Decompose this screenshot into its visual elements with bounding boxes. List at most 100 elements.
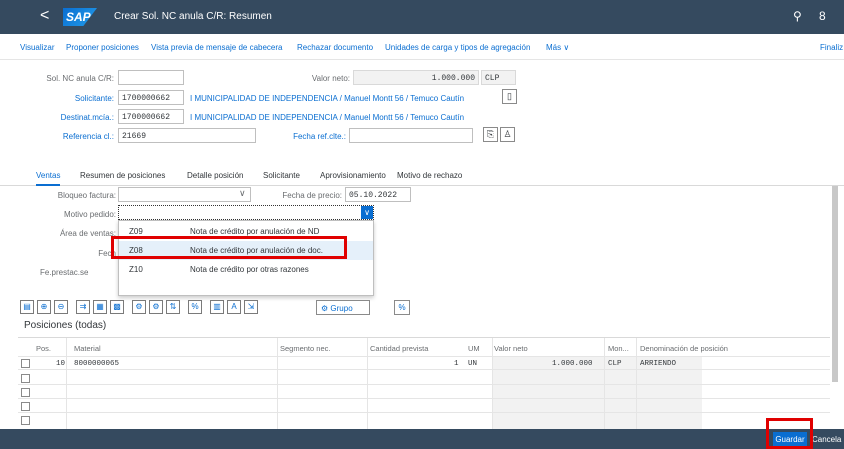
bloqueo-factura-label: Bloqueo factura: bbox=[57, 191, 116, 200]
fecha-ref-label[interactable]: Fecha ref.clte.: bbox=[280, 132, 346, 141]
person-icon[interactable]: ♙ bbox=[500, 127, 515, 142]
fech-label: Fech bbox=[98, 249, 116, 258]
block-icon[interactable]: ▩ bbox=[110, 300, 124, 314]
cancel-button[interactable]: Cancela bbox=[812, 435, 841, 444]
currency-field: CLP bbox=[481, 70, 516, 85]
action-toolbar: Visualizar Proponer posiciones Vista pre… bbox=[0, 34, 844, 60]
row-select-checkbox[interactable] bbox=[21, 359, 30, 368]
font-icon[interactable]: A bbox=[227, 300, 241, 314]
select-all-icon[interactable]: ⇉ bbox=[76, 300, 90, 314]
positions-table: Pos. Material Segmento nec. Cantidad pre… bbox=[18, 337, 830, 430]
destinat-label[interactable]: Destinat.mcía.: bbox=[46, 113, 114, 122]
tab-detalle-posicion[interactable]: Detalle posición bbox=[187, 171, 243, 180]
row-select-checkbox[interactable] bbox=[21, 402, 30, 411]
col-header-cantidad[interactable]: Cantidad prevista bbox=[370, 338, 428, 356]
solicitante-field[interactable]: 1700000662 bbox=[118, 90, 184, 105]
area-ventas-label: Área de ventas: bbox=[59, 229, 116, 238]
user-icon[interactable]: 8 bbox=[819, 9, 826, 23]
valor-neto-label: Valor neto: bbox=[311, 74, 350, 83]
export-icon[interactable]: ⇲ bbox=[244, 300, 258, 314]
remove-icon[interactable]: ⊖ bbox=[54, 300, 68, 314]
referencia-field[interactable]: 21669 bbox=[118, 128, 256, 143]
row-divider bbox=[18, 356, 830, 357]
search-icon[interactable]: ⚲ bbox=[793, 9, 802, 23]
destinat-field[interactable]: 1700000662 bbox=[118, 109, 184, 124]
col-header-pos[interactable]: Pos. bbox=[36, 338, 51, 356]
rechazar-documento-button[interactable]: Rechazar documento bbox=[297, 43, 373, 52]
vista-previa-button[interactable]: Vista previa de mensaje de cabecera bbox=[151, 43, 283, 52]
fecha-ref-field[interactable] bbox=[349, 128, 473, 143]
col-header-material[interactable]: Material bbox=[74, 338, 101, 356]
tab-strip: Ventas Resumen de posiciones Detalle pos… bbox=[0, 164, 844, 186]
col-header-segmento[interactable]: Segmento nec. bbox=[280, 338, 330, 356]
settings-icon[interactable]: ⚙ bbox=[149, 300, 163, 314]
tab-resumen-posiciones[interactable]: Resumen de posiciones bbox=[80, 171, 165, 180]
config-icon[interactable]: ⚙ bbox=[132, 300, 146, 314]
col-divider bbox=[367, 338, 368, 430]
page-title: Crear Sol. NC anula C/R: Resumen bbox=[114, 11, 272, 22]
referencia-label[interactable]: Referencia cl.: bbox=[46, 132, 114, 141]
row-select-checkbox[interactable] bbox=[21, 374, 30, 383]
tab-aprovisionamiento[interactable]: Aprovisionamiento bbox=[320, 171, 386, 180]
col-header-valor-neto[interactable]: Valor neto bbox=[494, 338, 528, 356]
col-divider bbox=[492, 338, 493, 430]
cell-pos[interactable]: 10 bbox=[56, 360, 65, 368]
cell-denominacion[interactable]: ARRIENDO bbox=[640, 360, 676, 368]
valor-neto-field: 1.000.000 bbox=[353, 70, 479, 85]
row-divider bbox=[18, 412, 830, 413]
col-header-moneda[interactable]: Mon... bbox=[608, 338, 629, 356]
table-icon[interactable]: ▥ bbox=[210, 300, 224, 314]
option-desc: Nota de crédito por otras razones bbox=[190, 265, 309, 274]
option-code: Z10 bbox=[129, 265, 143, 274]
col-header-um[interactable]: UM bbox=[468, 338, 480, 356]
chevron-down-icon[interactable]: ∨ bbox=[239, 188, 246, 199]
solicitante-label[interactable]: Solicitante: bbox=[46, 94, 114, 103]
back-icon[interactable]: < bbox=[40, 7, 49, 25]
row-divider bbox=[18, 384, 830, 385]
fecha-precio-field[interactable]: 05.10.2022 bbox=[345, 187, 411, 202]
details-icon[interactable]: ▤ bbox=[20, 300, 34, 314]
cell-material[interactable]: 8000000065 bbox=[74, 360, 119, 368]
tab-motivo-rechazo[interactable]: Motivo de rechazo bbox=[397, 171, 462, 180]
col-divider bbox=[66, 338, 67, 430]
bloqueo-factura-select[interactable] bbox=[118, 187, 251, 202]
visualizar-button[interactable]: Visualizar bbox=[20, 43, 55, 52]
footer-bar: Guardar Cancela bbox=[0, 429, 844, 449]
dropdown-option-z10[interactable]: Z10 Nota de crédito por otras razones bbox=[119, 260, 373, 279]
cell-um[interactable]: UN bbox=[468, 360, 477, 368]
tab-ventas[interactable]: Ventas bbox=[36, 171, 61, 186]
row-select-checkbox[interactable] bbox=[21, 416, 30, 425]
percent-group-icon[interactable]: % bbox=[394, 300, 410, 315]
clipboard-icon[interactable]: ⎘ bbox=[483, 127, 498, 142]
positions-title: Posiciones (todas) bbox=[24, 320, 107, 331]
grupo-button[interactable]: ⚙ Grupo bbox=[316, 300, 370, 315]
col-divider bbox=[277, 338, 278, 430]
dropdown-toggle-icon[interactable]: ∨ bbox=[361, 206, 373, 219]
unidades-carga-button[interactable]: Unidades de carga y tipos de agregación bbox=[385, 43, 530, 52]
vertical-scrollbar[interactable] bbox=[832, 186, 838, 382]
destinat-address[interactable]: I MUNICIPALIDAD DE INDEPENDENCIA / Manue… bbox=[190, 113, 464, 122]
mas-button[interactable]: Más ∨ bbox=[546, 43, 569, 52]
sap-logo-text: SAP bbox=[66, 10, 91, 24]
motivo-pedido-label: Motivo pedido: bbox=[63, 210, 116, 219]
grid-icon[interactable]: ▦ bbox=[93, 300, 107, 314]
tab-solicitante[interactable]: Solicitante bbox=[263, 171, 300, 180]
sol-nc-field[interactable] bbox=[118, 70, 184, 85]
percent-icon[interactable]: % bbox=[188, 300, 202, 314]
col-header-denominacion[interactable]: Denominación de posición bbox=[640, 338, 728, 356]
solicitante-address[interactable]: I MUNICIPALIDAD DE INDEPENDENCIA / Manue… bbox=[190, 94, 464, 103]
finalizar-button[interactable]: Finaliz bbox=[820, 43, 843, 52]
fecha-precio-label: Fecha de precio: bbox=[282, 191, 342, 200]
highlight-box-save bbox=[766, 418, 813, 449]
row-divider bbox=[18, 369, 830, 370]
grupo-label: Grupo bbox=[330, 304, 353, 313]
motivo-pedido-select[interactable] bbox=[118, 205, 374, 220]
document-icon[interactable]: ▯ bbox=[502, 89, 517, 104]
col-divider bbox=[636, 338, 637, 430]
sap-logo[interactable]: SAP bbox=[63, 8, 97, 26]
sort-icon[interactable]: ⇅ bbox=[166, 300, 180, 314]
proponer-posiciones-button[interactable]: Proponer posiciones bbox=[66, 43, 139, 52]
add-icon[interactable]: ⊕ bbox=[37, 300, 51, 314]
row-select-checkbox[interactable] bbox=[21, 388, 30, 397]
cell-cantidad[interactable]: 1 bbox=[454, 360, 459, 368]
